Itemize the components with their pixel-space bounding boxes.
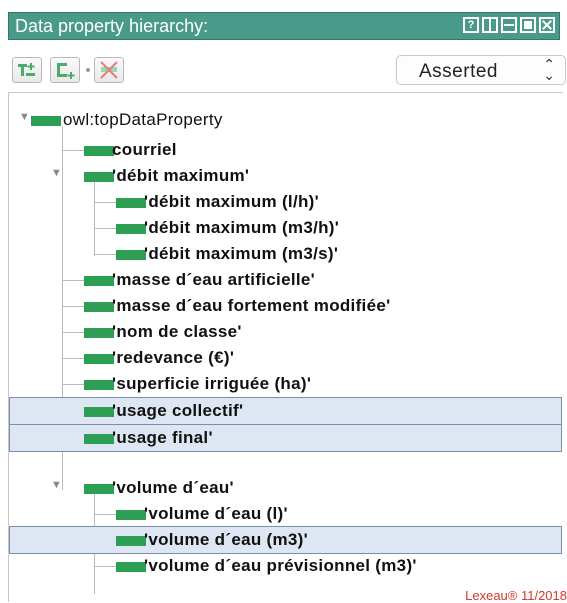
data-property-icon [116,250,146,260]
expand-triangle-icon[interactable]: ▼ [51,167,62,179]
chevron-up-down-icon: ⌃ ⌄ [543,56,555,83]
delete-property-icon [100,61,118,79]
add-sibling-property-button[interactable] [50,57,80,83]
tree-item-label: 'redevance (€)' [112,348,235,367]
data-property-icon [84,172,114,182]
maximize-icon[interactable] [520,17,536,33]
view-mode-select[interactable]: Asserted ⌃ ⌄ [396,55,566,85]
tree-item-label: 'usage collectif' [112,401,244,420]
close-icon[interactable] [539,17,555,33]
view-mode-value: Asserted [419,61,498,82]
data-property-icon [84,302,114,312]
expand-triangle-icon[interactable]: ▼ [51,479,62,491]
data-property-icon [116,198,146,208]
data-property-icon [116,562,146,572]
data-property-icon [116,536,146,546]
tree-row[interactable]: 'superficie irriguée (ha)' [9,371,562,397]
expand-triangle-icon[interactable]: ▼ [19,111,30,123]
toolbar-separator [86,68,90,72]
tree-row[interactable]: 'redevance (€)' [9,345,562,371]
tree-row[interactable]: 'masse d´eau fortement modifiée' [9,293,562,319]
tree-item-label: 'débit maximum' [112,166,250,185]
data-property-icon [116,224,146,234]
add-subproperty-icon [18,63,35,76]
tree-row-selected[interactable]: 'usage final' [9,424,562,452]
tree-row[interactable]: ▼ 'volume d´eau' [9,475,562,501]
tree-item-label: 'volume d´eau (l)' [144,504,288,523]
tree-item-label: 'débit maximum (l/h)' [144,192,319,211]
data-property-icon [84,146,114,156]
tree-row[interactable]: 'nom de classe' [9,319,562,345]
tree-item-label: 'nom de classe' [112,322,242,341]
data-property-icon [84,380,114,390]
tree-item-label: 'masse d´eau artificielle' [112,270,315,289]
minimize-icon[interactable] [501,17,517,33]
tree-item-label: courriel [112,140,177,159]
help-icon[interactable]: ? [463,17,479,33]
tree-item-label: 'volume d´eau (m3)' [144,530,308,549]
tree-row[interactable]: 'masse d´eau artificielle' [9,267,562,293]
data-property-icon [84,434,114,444]
tree-row[interactable]: 'débit maximum (m3/h)' [9,215,562,241]
tree-item-label: 'volume d´eau prévisionnel (m3)' [144,556,417,575]
data-property-icon [84,276,114,286]
tree-row-selected[interactable]: 'usage collectif' [9,397,562,425]
split-view-icon[interactable] [482,17,498,33]
property-tree: ▼ owl:topDataProperty courriel ▼ 'débit … [8,92,563,602]
tree-row[interactable]: 'débit maximum (m3/s)' [9,241,562,267]
tree-row[interactable]: ▼ 'débit maximum' [9,163,562,189]
delete-property-button[interactable] [94,57,124,83]
tree-row[interactable]: 'volume d´eau prévisionnel (m3)' [9,553,562,579]
window-controls: ? [463,17,555,33]
toolbar: Asserted ⌃ ⌄ [8,40,566,90]
tree-row[interactable]: 'débit maximum (l/h)' [9,189,562,215]
add-sibling-property-icon [57,63,75,79]
tree-row[interactable]: courriel [9,137,562,163]
tree-row[interactable]: 'volume d´eau (l)' [9,501,562,527]
tree-item-label: 'masse d´eau fortement modifiée' [112,296,391,315]
panel-title: Data property hierarchy: [15,16,209,36]
data-property-hierarchy-panel: Data property hierarchy: ? Asserted ⌃ ⌄ … [8,0,567,603]
data-property-icon [84,328,114,338]
add-subproperty-button[interactable] [12,57,42,83]
tree-item-label: 'débit maximum (m3/h)' [144,218,340,237]
watermark: Lexeau® 11/2018 [465,588,567,603]
tree-row-selected[interactable]: 'volume d´eau (m3)' [9,526,562,554]
data-property-icon [84,484,114,494]
tree-item-label: owl:topDataProperty [63,110,223,129]
tree-item-label: 'usage final' [112,428,213,447]
tree-row-root[interactable]: ▼ owl:topDataProperty [9,107,562,133]
tree-item-label: 'volume d´eau' [112,478,234,497]
data-property-icon [31,116,61,126]
tree-item-label: 'débit maximum (m3/s)' [144,244,339,263]
panel-title-bar: Data property hierarchy: ? [8,12,560,40]
tree-item-label: 'superficie irriguée (ha)' [112,374,312,393]
data-property-icon [84,407,114,417]
data-property-icon [116,510,146,520]
data-property-icon [84,354,114,364]
